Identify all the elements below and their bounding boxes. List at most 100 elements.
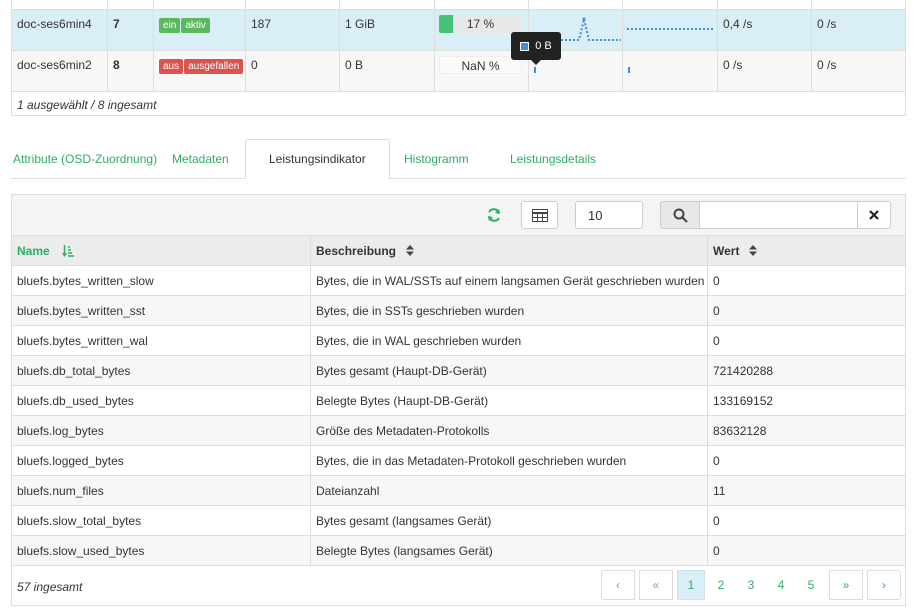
table-row[interactable]: bluefs.bytes_written_sst Bytes, die in S… [12, 296, 905, 326]
refresh-icon [488, 208, 500, 222]
read-sparkline-peak [582, 17, 586, 21]
clear-search-button[interactable] [857, 201, 891, 229]
osd-read-rate: 0,4 /s [718, 10, 812, 50]
search-icon-handle [681, 216, 688, 223]
sort-icon [406, 245, 415, 256]
selection-summary: 1 ausgewählt / 8 ingesamt [12, 91, 905, 115]
usage-progress-bar: NaN % [439, 56, 522, 74]
refresh-button[interactable] [486, 207, 504, 225]
sort-icon-up [749, 245, 758, 250]
status-badge-out: aus [159, 59, 184, 74]
osd-write-sparkline-cell [623, 51, 718, 91]
cell-name: bluefs.db_used_bytes [12, 386, 311, 415]
page-button-4[interactable]: 4 [767, 570, 795, 600]
cell-description: Bytes gesamt (langsames Gerät) [311, 506, 708, 535]
detail-tabs: Attribute (OSD-Zuordnung) Metadaten Leis… [11, 139, 906, 179]
cell-value: 83632128 [713, 424, 767, 438]
column-header-name[interactable]: Name [12, 236, 311, 265]
status-badge-up: aktiv [181, 18, 210, 33]
performance-counter-table: 10 Name Beschreibung Wert bluefs.bytes_w… [11, 194, 906, 606]
first-page-button[interactable]: « [639, 570, 673, 600]
osd-write-rate: 0 /s [817, 17, 837, 31]
osd-write-rate: 0 /s [817, 58, 837, 72]
page-button-5[interactable]: 5 [797, 570, 825, 600]
cell-value: 0 [713, 334, 720, 348]
page-size-input[interactable]: 10 [575, 201, 643, 229]
table-row[interactable]: bluefs.db_total_bytes Bytes gesamt (Haup… [12, 356, 905, 386]
table-row[interactable]: bluefs.bytes_written_wal Bytes, die in W… [12, 326, 905, 356]
osd-row[interactable]: doc-ses6min4 7 ein aktiv 187 1 GiB 17 % 0… [12, 9, 905, 50]
tab-histogram[interactable]: Histogramm [404, 152, 469, 166]
cell-name: bluefs.slow_used_bytes [12, 536, 311, 565]
last-page-button[interactable]: » [829, 570, 863, 600]
column-header-description[interactable]: Beschreibung [311, 236, 708, 265]
osd-read-rate: 0 /s [718, 51, 812, 91]
cell-value: 0 [713, 514, 720, 528]
table-row[interactable]: bluefs.num_files Dateianzahl 11 [12, 476, 905, 506]
cell-description: Belegte Bytes (langsames Gerät) [311, 536, 708, 565]
search-input[interactable] [699, 201, 858, 229]
cell-value: 721420288 [713, 364, 774, 378]
cell-name: bluefs.slow_total_bytes [12, 506, 311, 535]
sparkline-tooltip: 0 B [511, 32, 561, 65]
cell-description: Belegte Bytes (Haupt-DB-Gerät) [311, 386, 708, 415]
sort-icon-up [406, 245, 415, 250]
osd-host: doc-ses6min2 [12, 51, 108, 91]
column-header-value-label: Wert [713, 243, 740, 258]
page-button-2[interactable]: 2 [707, 570, 735, 600]
table-row[interactable]: bluefs.db_used_bytes Belegte Bytes (Haup… [12, 386, 905, 416]
page-button-3[interactable]: 3 [737, 570, 765, 600]
next-page-button[interactable]: › [867, 570, 901, 600]
tab-performance-counter[interactable]: Leistungsindikator [245, 139, 390, 179]
table-header: Name Beschreibung Wert [12, 236, 905, 266]
cell-name: bluefs.logged_bytes [12, 446, 311, 475]
sort-ascending-icon [61, 244, 74, 257]
usage-progress-bar: 17 % [439, 15, 522, 33]
cell-name: bluefs.db_total_bytes [12, 356, 311, 385]
column-header-value[interactable]: Wert [708, 236, 905, 265]
table-row[interactable]: bluefs.slow_used_bytes Belegte Bytes (la… [12, 536, 905, 566]
cell-description: Bytes gesamt (Haupt-DB-Gerät) [311, 356, 708, 385]
write-sparkline [627, 28, 715, 30]
total-count: 57 ingesamt [17, 580, 83, 594]
table-columns-icon [531, 208, 548, 222]
tab-performance-details[interactable]: Leistungsdetails [510, 152, 596, 166]
search-icon-lens [673, 208, 684, 219]
status-badge-down: ausgefallen [184, 59, 244, 74]
status-badge-in: ein [159, 18, 181, 33]
osd-status: aus ausgefallen [154, 51, 246, 91]
cell-name: bluefs.bytes_written_sst [12, 296, 311, 325]
osd-write-sparkline-cell [623, 10, 718, 50]
tooltip-value: 0 B [535, 40, 552, 52]
cell-name: bluefs.bytes_written_wal [12, 326, 311, 355]
write-sparkline [628, 67, 630, 73]
cell-description: Bytes, die in das Metadaten-Protokoll ge… [311, 446, 708, 475]
close-icon [869, 210, 879, 220]
tooltip-swatch [520, 41, 530, 51]
tab-attributes[interactable]: Attribute (OSD-Zuordnung) [13, 152, 157, 166]
prev-page-button[interactable]: ‹ [601, 570, 635, 600]
table-body: bluefs.bytes_written_slow Bytes, die in … [12, 266, 905, 566]
cell-value: 11 [713, 484, 726, 498]
table-row[interactable]: bluefs.bytes_written_slow Bytes, die in … [12, 266, 905, 296]
search-icon [673, 208, 688, 223]
tab-metadata[interactable]: Metadaten [172, 152, 229, 166]
cell-description: Größe des Metadaten-Protokolls [311, 416, 708, 445]
column-header-name-label: Name [17, 243, 50, 258]
table-footer: 57 ingesamt ‹ « 1 2 3 4 5 » › [12, 565, 905, 605]
table-row[interactable]: bluefs.slow_total_bytes Bytes gesamt (la… [12, 506, 905, 536]
sort-icon-down [406, 251, 415, 256]
column-header-description-label: Beschreibung [316, 243, 397, 258]
cell-description: Dateianzahl [311, 476, 708, 505]
table-row[interactable]: bluefs.log_bytes Größe des Metadaten-Pro… [12, 416, 905, 446]
cell-value: 0 [713, 304, 720, 318]
osd-row[interactable]: doc-ses6min2 8 aus ausgefallen 0 0 B NaN … [12, 50, 905, 91]
cell-name: bluefs.bytes_written_slow [12, 266, 311, 295]
column-toggle-button[interactable] [521, 201, 558, 229]
osd-table-top-edge [12, 0, 905, 9]
cell-description: Bytes, die in SSTs geschrieben wurden [311, 296, 708, 325]
page-button-1[interactable]: 1 [677, 570, 705, 600]
osd-id: 7 [108, 10, 154, 50]
table-row[interactable]: bluefs.logged_bytes Bytes, die in das Me… [12, 446, 905, 476]
cell-name: bluefs.num_files [12, 476, 311, 505]
